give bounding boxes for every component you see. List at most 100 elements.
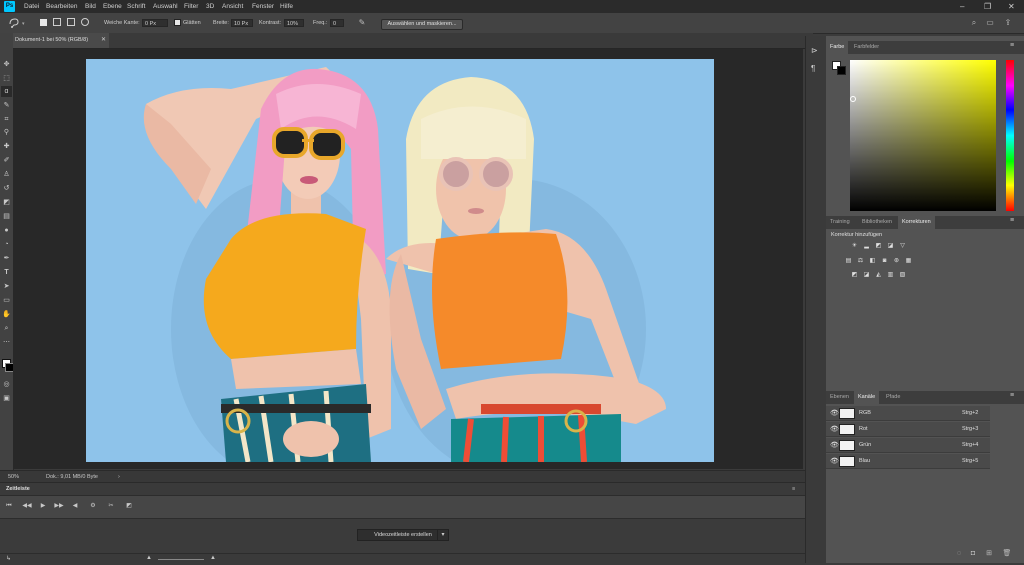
minimize-icon[interactable]: – xyxy=(960,0,964,13)
history-icon[interactable]: ⊳ xyxy=(811,46,818,55)
zoom-tool-icon[interactable]: ⌕ xyxy=(1,323,12,334)
black-white-icon[interactable]: ◧ xyxy=(868,257,877,265)
save-selection-icon[interactable]: ◘ xyxy=(968,549,978,559)
next-frame-icon[interactable]: ▶▶ xyxy=(54,501,64,512)
create-video-timeline-button[interactable]: Videozeitleiste erstellen xyxy=(357,529,449,541)
menu-hilfe[interactable]: Hilfe xyxy=(280,0,293,13)
brush-tool-icon[interactable]: ✐ xyxy=(1,155,12,166)
delete-channel-icon[interactable]: 🗑 xyxy=(1002,549,1012,559)
channel-row-rot[interactable]: 👁 Rot Strg+3 xyxy=(826,422,990,437)
tab-close-icon[interactable]: ✕ xyxy=(101,36,106,43)
document-tab[interactable]: Dokument-1 bei 50% (RGB/8) ✕ xyxy=(13,33,109,48)
contrast-field[interactable]: 10% xyxy=(284,19,304,27)
tab-korrekturen[interactable]: Korrekturen xyxy=(898,216,935,229)
vibrance-icon[interactable]: ▽ xyxy=(898,242,907,250)
menu-fenster[interactable]: Fenster xyxy=(252,0,274,13)
move-tool-icon[interactable]: ✥ xyxy=(1,59,12,70)
crop-tool-icon[interactable]: ⌗ xyxy=(1,114,12,125)
tab-kanaele[interactable]: Kanäle xyxy=(854,391,880,404)
pen-tool-icon[interactable]: ✒ xyxy=(1,253,12,264)
gradient-tool-icon[interactable]: ▤ xyxy=(1,211,12,222)
channel-row-gruen[interactable]: 👁 Grün Strg+4 xyxy=(826,438,990,453)
menu-filter[interactable]: Filter xyxy=(184,0,198,13)
tab-ebenen[interactable]: Ebenen xyxy=(826,391,853,404)
healing-brush-tool-icon[interactable]: ✚ xyxy=(1,141,12,152)
pen-pressure-icon[interactable]: ✎ xyxy=(356,17,368,29)
menu-3d[interactable]: 3D xyxy=(206,0,214,13)
tab-training[interactable]: Training xyxy=(826,216,854,229)
new-selection-icon[interactable] xyxy=(40,19,47,26)
dodge-tool-icon[interactable]: ◔ xyxy=(1,239,12,250)
type-tool-icon[interactable]: T xyxy=(1,267,12,278)
magnetic-lasso-icon[interactable] xyxy=(8,17,20,29)
panel-menu-icon[interactable]: ≡ xyxy=(1010,217,1014,224)
hue-saturation-icon[interactable]: ▤ xyxy=(844,257,853,265)
quick-mask-icon[interactable]: ◎ xyxy=(1,379,12,390)
tab-farbfelder[interactable]: Farbfelder xyxy=(850,41,883,54)
hue-slider[interactable] xyxy=(1006,60,1014,211)
audio-icon[interactable]: ◀ xyxy=(70,501,80,512)
clone-stamp-tool-icon[interactable]: ♙ xyxy=(1,169,12,180)
intersect-selection-icon[interactable] xyxy=(81,18,89,26)
add-selection-icon[interactable] xyxy=(53,18,61,26)
timeline-title[interactable]: Zeitleiste xyxy=(6,483,30,495)
split-icon[interactable]: ✂ xyxy=(106,501,116,512)
shape-tool-icon[interactable]: ▭ xyxy=(1,295,12,306)
panel-menu-icon[interactable]: ≡ xyxy=(792,483,795,495)
zoom-in-icon[interactable]: ▲ xyxy=(210,555,216,561)
previous-frame-icon[interactable]: ◀◀ xyxy=(22,501,32,512)
play-icon[interactable]: ▶ xyxy=(38,501,48,512)
blur-tool-icon[interactable]: ● xyxy=(1,225,12,236)
levels-icon[interactable]: ▂ xyxy=(862,242,871,250)
marquee-tool-icon[interactable]: ⬚ xyxy=(1,73,12,84)
panel-menu-icon[interactable]: ≡ xyxy=(1010,392,1014,399)
render-icon[interactable]: ↳ xyxy=(6,555,11,562)
channel-row-rgb[interactable]: 👁 RGB Strg+2 xyxy=(826,406,990,421)
menu-datei[interactable]: Datei xyxy=(24,0,39,13)
eye-icon[interactable]: 👁 xyxy=(830,409,839,417)
tab-farbe[interactable]: Farbe xyxy=(826,41,849,54)
load-channel-selection-icon[interactable]: ◌ xyxy=(954,549,964,559)
menu-auswahl[interactable]: Auswahl xyxy=(153,0,178,13)
share-icon[interactable]: ⇪ xyxy=(1002,17,1014,29)
channel-mixer-icon[interactable]: ⊛ xyxy=(892,257,901,265)
tab-bibliotheken[interactable]: Bibliotheken xyxy=(858,216,896,229)
color-lookup-icon[interactable]: ▦ xyxy=(904,257,913,265)
photo-filter-icon[interactable]: ◙ xyxy=(880,257,889,265)
menu-schrift[interactable]: Schrift xyxy=(127,0,145,13)
screen-mode-icon[interactable]: ▣ xyxy=(1,393,12,404)
chevron-down-icon[interactable]: ▾ xyxy=(22,21,26,27)
eye-icon[interactable]: 👁 xyxy=(830,425,839,433)
search-icon[interactable]: ⌕ xyxy=(968,17,980,29)
width-field[interactable]: 10 Px xyxy=(231,19,253,27)
panel-menu-icon[interactable]: ≡ xyxy=(1010,42,1014,49)
workspace-icon[interactable]: ▭ xyxy=(984,17,996,29)
background-swatch[interactable] xyxy=(837,66,846,75)
menu-bild[interactable]: Bild xyxy=(85,0,96,13)
frequency-field[interactable]: 0 xyxy=(330,19,344,27)
zoom-out-icon[interactable]: ▲ xyxy=(146,555,152,561)
menu-bearbeiten[interactable]: Bearbeiten xyxy=(46,0,77,13)
exposure-icon[interactable]: ◪ xyxy=(886,242,895,250)
eye-icon[interactable]: 👁 xyxy=(830,441,839,449)
channel-row-blau[interactable]: 👁 Blau Strg+5 xyxy=(826,454,990,469)
quick-select-tool-icon[interactable]: ✎ xyxy=(1,100,12,111)
history-brush-tool-icon[interactable]: ↺ xyxy=(1,183,12,194)
lasso-tool-icon[interactable]: ɑ xyxy=(1,86,12,97)
curves-icon[interactable]: ◩ xyxy=(874,242,883,250)
menu-ansicht[interactable]: Ansicht xyxy=(222,0,243,13)
color-picker-cursor[interactable] xyxy=(850,96,856,102)
more-tools-icon[interactable]: ⋯ xyxy=(1,337,12,348)
color-field[interactable] xyxy=(850,60,996,211)
zoom-slider[interactable] xyxy=(158,559,204,560)
gradient-map-icon[interactable]: ▥ xyxy=(886,271,895,279)
eye-icon[interactable]: 👁 xyxy=(830,457,839,465)
eraser-tool-icon[interactable]: ◩ xyxy=(1,197,12,208)
select-and-mask-button[interactable]: Auswählen und maskieren... xyxy=(381,19,463,30)
settings-icon[interactable]: ⚙ xyxy=(88,501,98,512)
go-to-first-frame-icon[interactable]: ⏮ xyxy=(4,501,14,512)
posterize-icon[interactable]: ◪ xyxy=(862,271,871,279)
menu-ebene[interactable]: Ebene xyxy=(103,0,122,13)
threshold-icon[interactable]: ◭ xyxy=(874,271,883,279)
restore-icon[interactable]: ❐ xyxy=(984,0,991,13)
